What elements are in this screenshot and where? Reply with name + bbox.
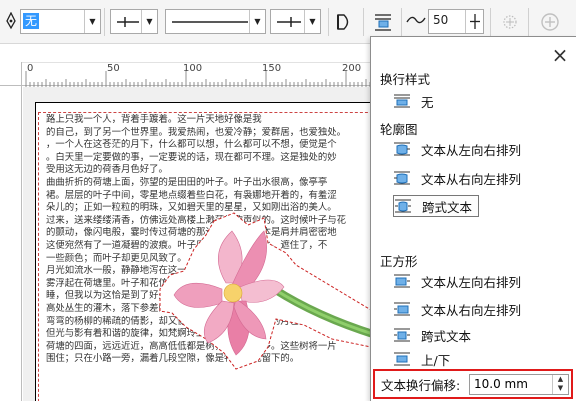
horizontal-ruler: 0 50 100 150 200 xyxy=(22,62,370,87)
contour-straddle-option[interactable]: 跨式文本 xyxy=(393,195,480,217)
square-rtl-label: 文本从右向左排列 xyxy=(421,302,522,318)
square-straddle-option[interactable]: 跨式文本 xyxy=(393,324,471,346)
square-rtl-icon xyxy=(393,301,411,317)
square-straddle-icon xyxy=(393,327,411,343)
line-start-icon xyxy=(117,17,139,27)
separator xyxy=(363,8,364,36)
wrap-none-option[interactable]: 无 xyxy=(393,90,434,112)
square-straddle-label: 跨式文本 xyxy=(421,328,472,344)
wrap-none-icon xyxy=(393,93,411,109)
separator xyxy=(104,8,105,36)
contour-straddle-label: 跨式文本 xyxy=(422,199,473,215)
pen-icon[interactable] xyxy=(4,12,18,30)
wrap-none-label: 无 xyxy=(421,94,434,110)
document-page[interactable]: 路上只我一个人，背着手踱着。这一片天地好像是我 的自己，到了另一个世界里。我爱热闹… xyxy=(35,102,375,401)
square-ltr-option[interactable]: 文本从左向右排列 xyxy=(393,270,521,292)
square-topbottom-icon xyxy=(393,351,411,367)
separator xyxy=(490,8,491,36)
contour-straddle-icon xyxy=(394,198,412,214)
line-style-combo[interactable]: ▼ xyxy=(165,9,266,34)
drawing-canvas[interactable]: 路上只我一个人，背着手踱着。这一片天地好像是我 的自己，到了另一个世界里。我爱热闹… xyxy=(23,87,375,401)
shape-icon[interactable] xyxy=(333,12,355,32)
add-icon[interactable] xyxy=(465,10,483,33)
line-style-icon xyxy=(172,21,248,23)
square-topbottom-label: 上/下 xyxy=(421,352,451,368)
wrap-text-icon[interactable] xyxy=(372,11,394,33)
chevron-down-icon[interactable]: ▼ xyxy=(304,10,320,33)
wrap-text-panel: × 换行样式 无 轮廓图 文本从左向右排列 文本从右向左排列 跨式文本 正方形 … xyxy=(370,36,576,401)
wrap-offset-label: 文本换行偏移: xyxy=(381,377,461,393)
line-start-combo[interactable]: ▼ xyxy=(110,9,158,34)
line-end-icon xyxy=(277,17,301,27)
contour-rtl-option[interactable]: 文本从右向左排列 xyxy=(393,167,521,189)
ruler-label: 200 xyxy=(342,63,362,74)
spinner-buttons[interactable]: ▲ ▼ xyxy=(552,374,568,394)
ruler-corner xyxy=(0,62,22,86)
ruler-label: 100 xyxy=(183,63,203,74)
square-ltr-icon xyxy=(393,273,411,289)
contour-ltr-icon xyxy=(393,141,411,157)
chevron-down-icon[interactable]: ▼ xyxy=(249,10,265,33)
plus-circle-icon xyxy=(540,12,560,32)
offset-spinner[interactable]: 50 xyxy=(428,9,484,34)
contour-rtl-icon xyxy=(393,170,411,186)
separator xyxy=(401,8,402,36)
square-ltr-label: 文本从左向右排列 xyxy=(421,274,522,290)
section-contour: 轮廓图 xyxy=(380,122,418,137)
separator xyxy=(328,8,329,36)
arrange-icon xyxy=(500,12,520,32)
offset-value[interactable]: 50 xyxy=(433,13,448,27)
curve-icon[interactable] xyxy=(406,12,426,30)
contour-ltr-label: 文本从左向右排列 xyxy=(421,142,522,158)
ruler-label: 0 xyxy=(27,63,34,74)
fill-combo[interactable]: 无 ▼ xyxy=(20,9,101,34)
square-topbottom-option[interactable]: 上/下 xyxy=(393,348,450,370)
spin-up-icon[interactable]: ▲ xyxy=(553,375,568,384)
section-square: 正方形 xyxy=(380,254,418,269)
spin-down-icon[interactable]: ▼ xyxy=(553,384,568,393)
wrap-offset-row: 文本换行偏移: ▲ ▼ xyxy=(373,369,573,399)
vertical-ruler xyxy=(0,86,22,401)
ruler-label: 150 xyxy=(262,63,282,74)
wrap-offset-input[interactable] xyxy=(470,374,552,394)
section-wrap-style: 换行样式 xyxy=(380,72,431,87)
contour-rtl-label: 文本从右向左排列 xyxy=(421,171,522,187)
close-icon[interactable]: × xyxy=(551,45,569,65)
wrap-offset-spinner[interactable]: ▲ ▼ xyxy=(469,373,569,395)
flower-graphic[interactable] xyxy=(36,103,375,401)
ruler-label: 50 xyxy=(107,63,120,74)
chevron-down-icon[interactable]: ▼ xyxy=(84,10,100,33)
square-rtl-option[interactable]: 文本从右向左排列 xyxy=(393,298,521,320)
line-end-combo[interactable]: ▼ xyxy=(270,9,321,34)
separator xyxy=(528,8,529,36)
chevron-down-icon[interactable]: ▼ xyxy=(141,10,157,33)
fill-combo-value: 无 xyxy=(23,13,40,29)
contour-ltr-option[interactable]: 文本从左向右排列 xyxy=(393,138,521,160)
